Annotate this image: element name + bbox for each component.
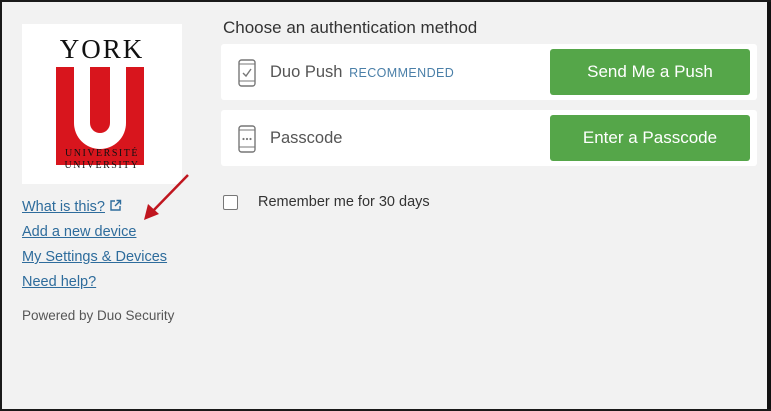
- remember-me-row: Remember me for 30 days: [223, 194, 430, 210]
- add-new-device-link[interactable]: Add a new device: [22, 220, 167, 245]
- need-help-link[interactable]: Need help?: [22, 270, 167, 295]
- remember-me-label[interactable]: Remember me for 30 days: [258, 194, 430, 210]
- passcode-label: Passcode: [270, 129, 343, 147]
- phone-passcode-icon: [238, 125, 256, 153]
- duo-push-label: Duo Push RECOMMENDED: [270, 63, 454, 82]
- what-is-this-label: What is this?: [22, 199, 105, 215]
- duo-push-title: Duo Push: [270, 63, 343, 81]
- logo-universite-text: UNIVERSITÉ: [65, 148, 139, 159]
- logo-university-text: UNIVERSITY: [64, 160, 140, 171]
- duo-push-row: Duo Push RECOMMENDED Send Me a Push: [221, 44, 757, 100]
- york-university-logo: YORK UNIVERSITÉ UNIVERSITY: [22, 24, 182, 184]
- powered-by-text: Powered by Duo Security: [22, 308, 175, 323]
- remember-me-checkbox[interactable]: [223, 194, 238, 210]
- send-push-button[interactable]: Send Me a Push: [550, 49, 750, 95]
- logo-york-text: YORK: [59, 34, 145, 64]
- phone-check-icon: [238, 59, 256, 87]
- recommended-badge: RECOMMENDED: [349, 66, 455, 80]
- auth-method-heading: Choose an authentication method: [223, 18, 478, 37]
- passcode-row: Passcode Enter a Passcode: [221, 110, 757, 166]
- annotation-arrow-icon: [144, 174, 189, 220]
- logo-u-shape: [74, 67, 126, 149]
- external-link-icon: [110, 199, 122, 211]
- duo-frame: YORK UNIVERSITÉ UNIVERSITY What is this?…: [0, 0, 771, 411]
- enter-passcode-button[interactable]: Enter a Passcode: [550, 115, 750, 161]
- my-settings-devices-link[interactable]: My Settings & Devices: [22, 245, 167, 270]
